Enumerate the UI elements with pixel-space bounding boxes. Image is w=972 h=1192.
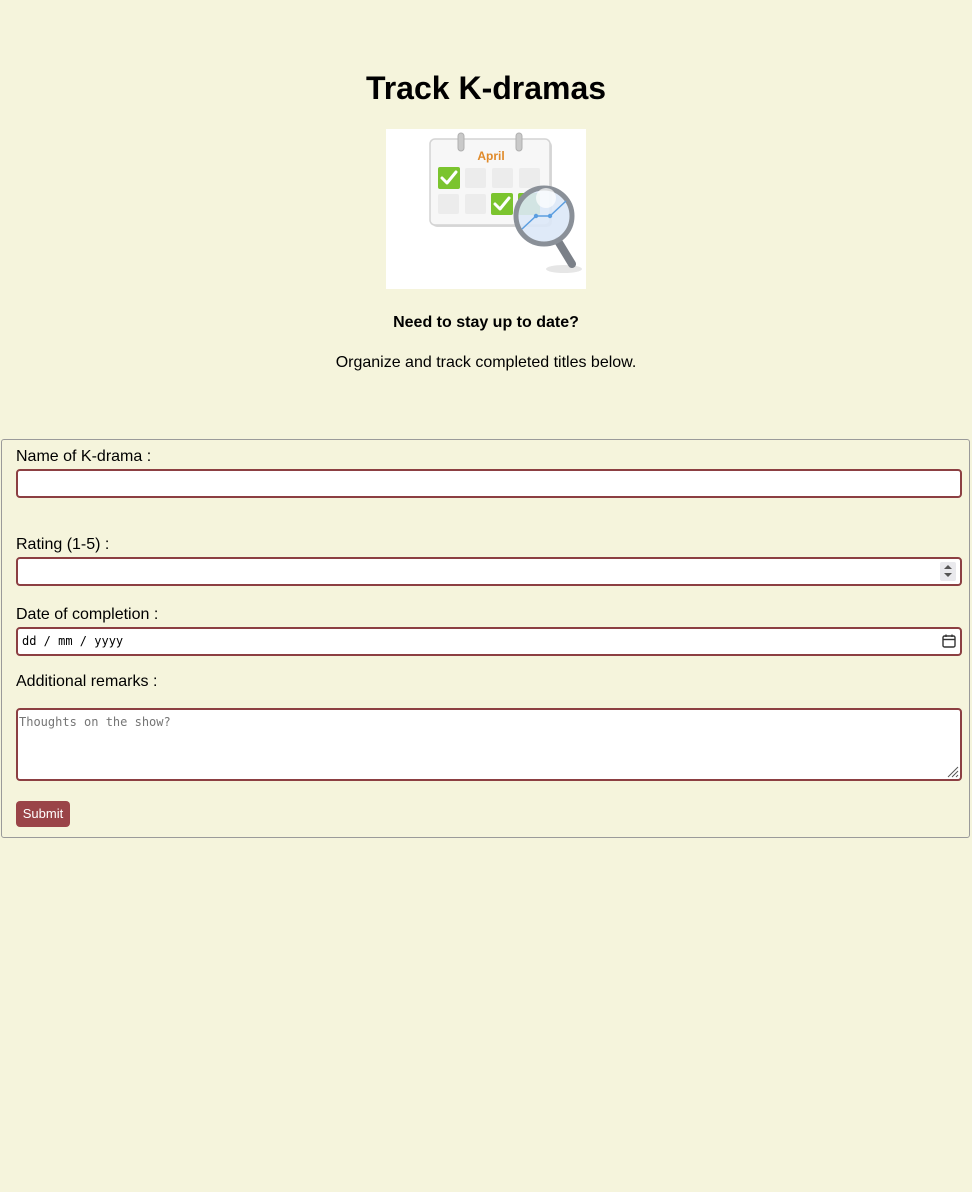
subtext: Organize and track completed titles belo… <box>335 354 637 371</box>
remarks-textarea[interactable]: Thoughts on the show? <box>16 708 962 781</box>
spin-down-icon[interactable] <box>944 573 952 577</box>
submit-button[interactable]: Submit <box>16 801 70 827</box>
resize-grip-icon[interactable] <box>945 764 959 778</box>
calendar-magnifier-icon: April <box>386 129 586 289</box>
name-label: Name of K-drama : <box>16 448 152 465</box>
rating-input[interactable] <box>16 557 962 586</box>
date-placeholder: dd / mm / yyyy <box>22 634 124 648</box>
date-input[interactable]: dd / mm / yyyy <box>16 627 962 656</box>
remarks-placeholder: Thoughts on the show? <box>19 715 171 729</box>
calendar-month-label: April <box>477 149 504 163</box>
kdrama-form: Name of K-drama : Rating (1-5) : Date of… <box>1 439 970 838</box>
tagline: Need to stay up to date? <box>393 314 579 331</box>
page-title: Track K-dramas <box>365 70 607 106</box>
rating-label: Rating (1-5) : <box>16 536 110 553</box>
remarks-label: Additional remarks : <box>16 673 158 690</box>
rating-spinner[interactable] <box>940 562 956 581</box>
name-input[interactable] <box>16 469 962 498</box>
spin-up-icon[interactable] <box>944 565 952 569</box>
calendar-icon[interactable] <box>942 634 956 648</box>
date-label: Date of completion : <box>16 606 159 623</box>
